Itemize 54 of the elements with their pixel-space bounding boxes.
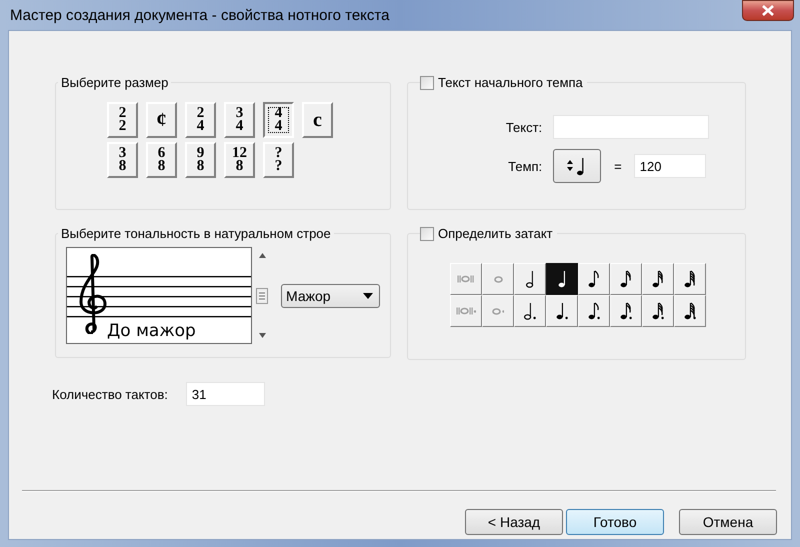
sixtyfourth-note-icon (684, 270, 696, 288)
dialog-button[interactable]: Готово (566, 509, 664, 535)
scroll-thumb[interactable] (256, 288, 268, 304)
time-signature-button[interactable]: 2 2 (107, 102, 138, 138)
sixteenth-note-icon (620, 302, 632, 320)
bars-input-field[interactable]: 31 (186, 382, 265, 406)
time-signature-button[interactable]: ¢ (146, 102, 177, 138)
breve-note-icon (456, 307, 476, 315)
time-signature-button[interactable]: 12 8 (224, 142, 255, 178)
time-signature-button[interactable]: 3 4 (224, 102, 255, 138)
time-signature-button[interactable]: 4 4 (263, 102, 294, 138)
tempo-checkbox[interactable] (420, 76, 434, 90)
checkbox-label: Определить затакт (438, 226, 553, 241)
quarter-note-icon (558, 270, 566, 288)
down-arrow-icon[interactable] (258, 333, 266, 338)
time-signature-button[interactable]: 2 4 (185, 102, 216, 138)
thirtysecond-note-icon (652, 302, 664, 320)
dropdown-arrow-icon (363, 292, 373, 298)
half-note-icon (526, 270, 534, 288)
time-signature-button[interactable]: 6 8 (146, 142, 177, 178)
dialog-button[interactable]: < Назад (465, 509, 563, 535)
eighth-note-icon (588, 302, 600, 320)
close-icon (761, 5, 775, 16)
tempo-input-field[interactable]: 120 (634, 154, 706, 178)
text-input-field[interactable] (553, 115, 710, 139)
whole-note-icon (494, 276, 502, 282)
mode-dropdown[interactable]: Мажор (281, 284, 380, 308)
checkbox-label: Текст начального темпа (438, 75, 583, 90)
note-value-button[interactable] (553, 149, 602, 183)
eighth-note-icon (588, 270, 600, 288)
note-duration-button[interactable] (546, 263, 578, 295)
field-label: Темп: (507, 158, 542, 174)
whole-note-icon (492, 308, 504, 314)
time-signature-button[interactable]: c (302, 102, 333, 138)
dialog-button[interactable]: Отмена (679, 509, 777, 535)
pickup-checkbox[interactable] (420, 226, 434, 240)
sixtyfourth-note-icon (684, 302, 696, 320)
quarter-note-icon (556, 302, 568, 320)
time-signature-button[interactable]: 9 8 (185, 142, 216, 178)
time-signature-button[interactable]: 3 8 (107, 142, 138, 178)
field-label: Текст: (504, 120, 542, 134)
key-name: До мажор (107, 321, 196, 341)
group-title: Выберите размер (60, 75, 170, 90)
equals-sign: = (614, 158, 622, 174)
half-note-icon (524, 302, 536, 320)
sixteenth-note-icon (620, 270, 632, 288)
group-title: Выберите тональность в натуральном строе (60, 226, 332, 241)
breve-note-icon (457, 275, 475, 283)
up-arrow-icon[interactable] (258, 253, 266, 258)
thirtysecond-note-icon (652, 270, 664, 288)
window-title: Мастер создания документа - свойства нотного текста (10, 6, 390, 24)
close-button[interactable] (742, 0, 794, 21)
time-signature-button[interactable]: ? ? (263, 142, 294, 178)
field-label: Количество тактов: (52, 386, 168, 402)
